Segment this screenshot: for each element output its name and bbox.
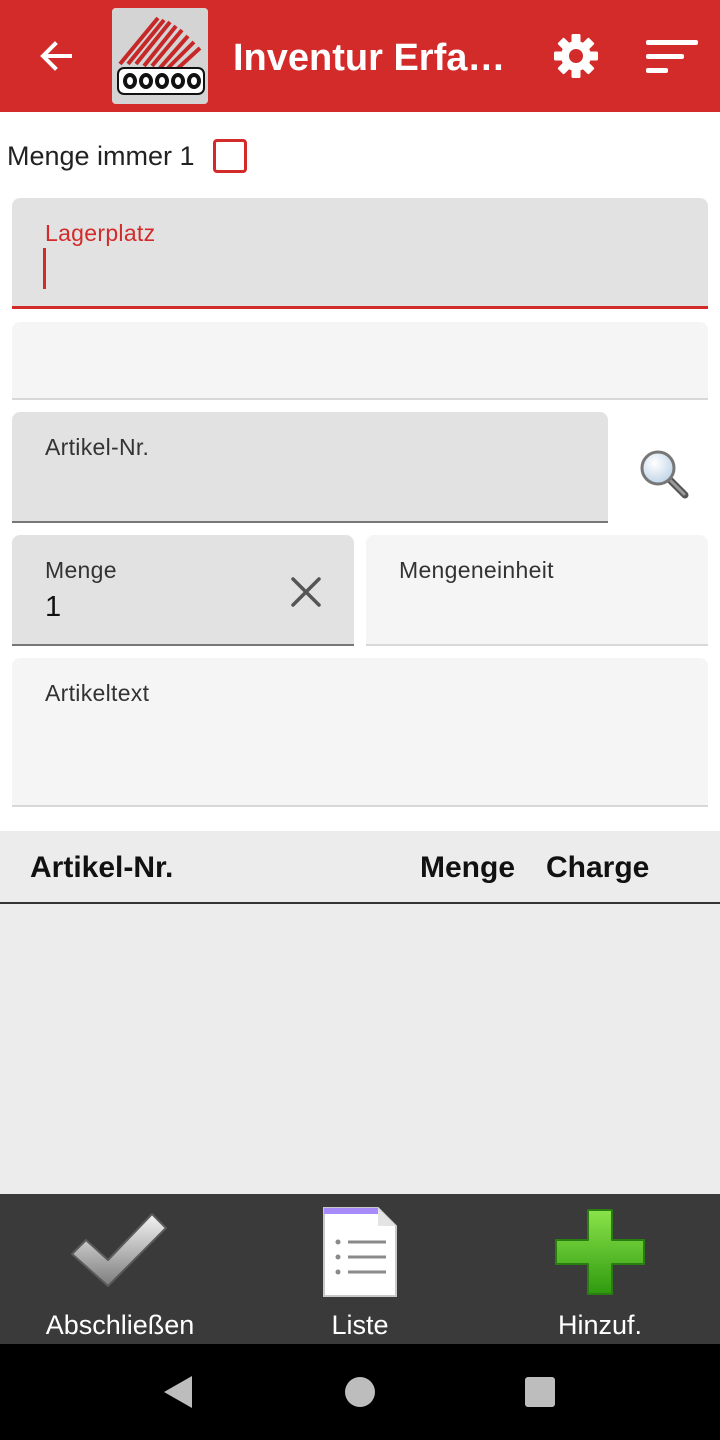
nav-back-button[interactable] [158,1372,198,1412]
page-title: Inventur Erfas… [233,37,523,79]
unit-label: Mengeneinheit [399,557,554,583]
search-button[interactable] [636,446,692,502]
quantity-value: 1 [45,591,62,623]
list-label: Liste [331,1310,389,1340]
article-number-field[interactable]: Artikel-Nr. [12,412,608,523]
app-logo [112,8,208,104]
storage-location-field[interactable]: Lagerplatz [12,198,708,309]
column-header-quantity[interactable]: Menge [420,851,515,885]
document-list-icon [323,1207,397,1297]
table-header: Artikel-Nr. Menge Charge [0,831,720,904]
clear-quantity-button[interactable] [286,572,326,612]
storage-location-label: Lagerplatz [45,220,156,246]
nav-back-icon [164,1376,192,1408]
text-cursor [43,248,46,289]
checkmark-icon [71,1213,167,1287]
list-button[interactable]: Liste [240,1194,480,1344]
column-header-article-number[interactable]: Artikel-Nr. [30,851,173,885]
quantity-label: Menge [45,557,117,583]
table-body[interactable] [0,904,720,1194]
system-navigation-bar [0,1344,720,1440]
article-text-label: Artikeltext [45,680,150,706]
settings-button[interactable] [550,30,602,82]
nav-recents-icon [525,1377,555,1407]
always-one-checkbox[interactable] [212,139,247,173]
article-number-label: Artikel-Nr. [45,434,150,460]
article-text-field[interactable]: Artikeltext [12,658,708,807]
column-header-batch[interactable]: Charge [546,851,649,885]
add-label: Hinzuf. [557,1310,643,1340]
nav-home-icon [345,1377,375,1407]
always-one-label: Menge immer 1 [7,140,195,171]
nav-recents-button[interactable] [520,1372,560,1412]
add-button[interactable]: Hinzuf. [480,1194,720,1344]
app-bar: Inventur Erfas… [0,0,720,112]
finish-label: Abschließen [45,1310,195,1340]
sort-icon [646,40,698,73]
back-button[interactable] [30,30,82,82]
unit-field[interactable]: Mengeneinheit [366,535,708,646]
always-one-option: Menge immer 1 [7,136,247,176]
sort-button[interactable] [642,32,702,82]
gear-icon [554,34,598,78]
magnifier-icon [640,450,689,499]
finish-button[interactable]: Abschließen [0,1194,240,1344]
arrow-left-icon [40,41,72,71]
nav-home-button[interactable] [340,1372,380,1412]
secondary-field[interactable] [12,322,708,400]
plus-icon [555,1209,645,1295]
bottom-action-bar: Abschließen Liste Hinzuf. [0,1194,720,1344]
close-icon [291,577,321,607]
